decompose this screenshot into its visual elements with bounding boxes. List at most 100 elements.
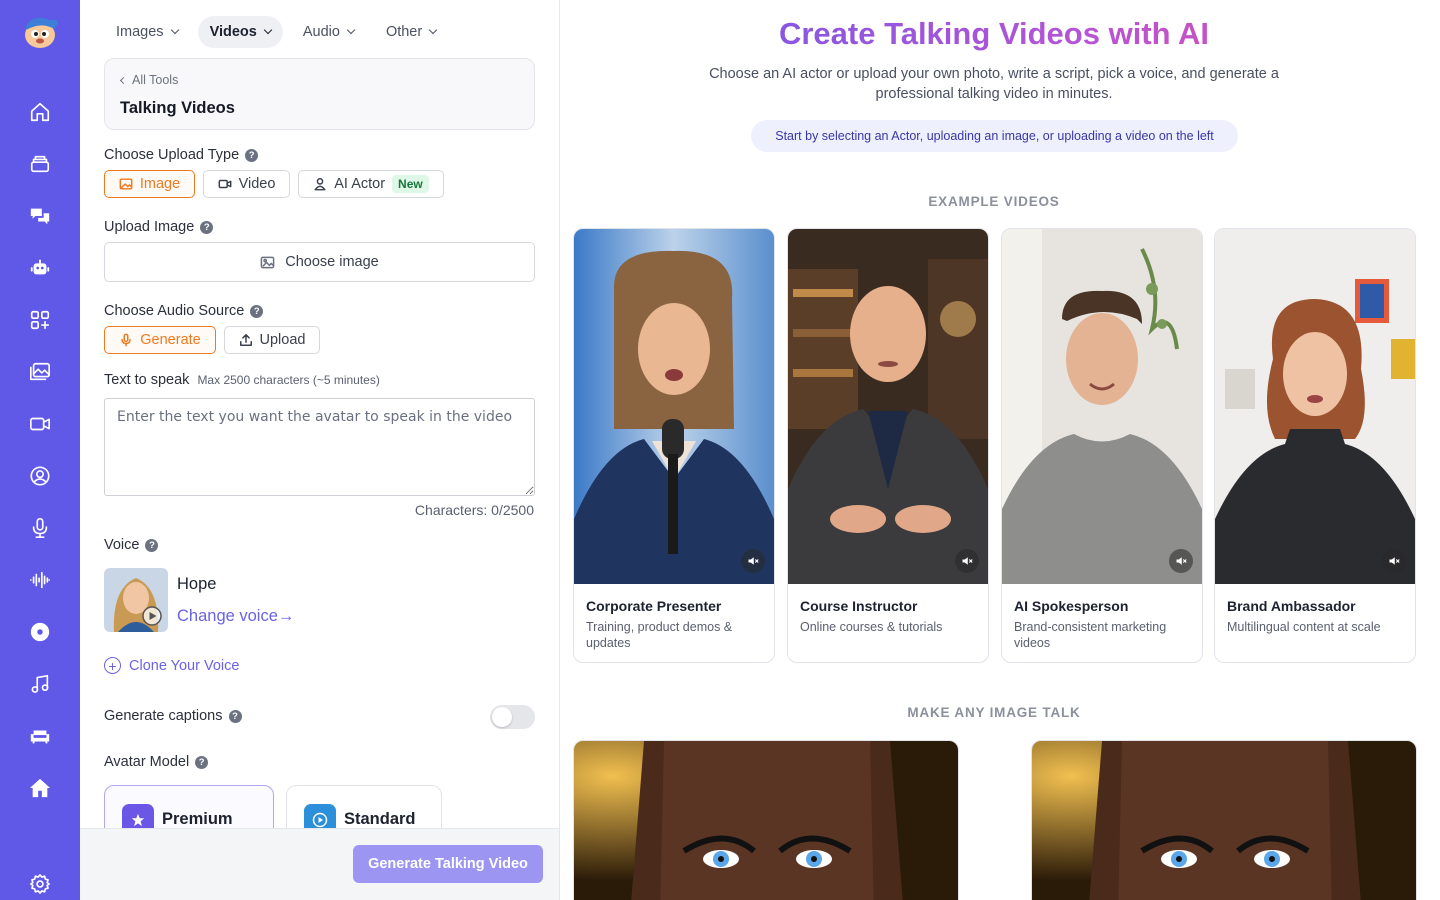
captions-label: Generate captions? — [104, 708, 242, 724]
example-card-brand-ambassador[interactable]: Brand Ambassador Multilingual content at… — [1214, 228, 1416, 663]
top-nav: Images Videos Audio Other — [104, 16, 448, 48]
text-to-speak-input[interactable] — [104, 398, 535, 496]
chevron-left-icon — [119, 76, 128, 84]
example-video-thumbnail[interactable] — [1002, 229, 1202, 584]
app-logo-icon[interactable] — [20, 14, 60, 50]
upload-type-video-label: Video — [238, 176, 276, 192]
example-video-thumbnail[interactable] — [788, 229, 988, 584]
voice-label-text: Voice — [104, 537, 140, 553]
upload-type-image-button[interactable]: Image — [104, 170, 195, 198]
card-description: Online courses & tutorials — [800, 620, 943, 634]
upload-type-ai-actor-button[interactable]: AI Actor New — [298, 170, 444, 198]
mute-icon[interactable] — [955, 549, 979, 573]
example-card-course-instructor[interactable]: Course Instructor Online courses & tutor… — [787, 228, 989, 663]
chevron-down-icon — [428, 25, 438, 35]
audio-source-label: Choose Audio Source? — [104, 303, 264, 319]
apps-icon[interactable] — [28, 308, 52, 332]
example-video-thumbnail[interactable] — [574, 229, 774, 584]
help-icon[interactable]: ? — [200, 220, 214, 234]
upload-type-label: Choose Upload Type? — [104, 147, 259, 163]
image-talk-after[interactable] — [1031, 740, 1417, 900]
audio-upload-label: Upload — [259, 332, 306, 348]
help-icon[interactable]: ? — [228, 709, 242, 723]
audio-upload-button[interactable]: Upload — [224, 326, 320, 354]
image-icon — [260, 256, 275, 268]
upload-type-video-button[interactable]: Video — [203, 170, 290, 198]
audio-source-label-text: Choose Audio Source — [104, 303, 245, 319]
text-to-speak-label: Text to speak Max 2500 characters (~5 min… — [104, 372, 380, 388]
nav-other[interactable]: Other — [374, 16, 448, 48]
voice-avatar[interactable] — [104, 568, 168, 632]
form-panel: Images Videos Audio Other All Tools Talk… — [80, 0, 560, 900]
card-description: Brand-consistent marketing videos — [1014, 620, 1167, 650]
back-label: All Tools — [132, 73, 179, 87]
mute-icon[interactable] — [1169, 549, 1193, 573]
video-icon[interactable] — [28, 412, 52, 436]
make-image-talk-heading: MAKE ANY IMAGE TALK — [907, 705, 1081, 720]
waveform-icon[interactable] — [28, 568, 52, 592]
example-card-ai-spokesperson[interactable]: AI Spokesperson Brand-consistent marketi… — [1001, 228, 1203, 663]
choose-image-label: Choose image — [285, 254, 379, 270]
generate-video-button[interactable]: Generate Talking Video — [353, 845, 543, 883]
model-standard-label: Standard — [344, 810, 416, 828]
upload-icon — [239, 334, 252, 346]
toggle-knob — [492, 707, 512, 727]
card-description: Training, product demos & updates — [586, 620, 733, 650]
home-icon[interactable] — [28, 100, 52, 124]
main-content: Create Talking Videos with AI Choose an … — [560, 0, 1440, 900]
help-icon[interactable]: ? — [250, 304, 264, 318]
image-talk-before[interactable] — [573, 740, 959, 900]
user-circle-icon[interactable] — [28, 464, 52, 488]
house-icon[interactable] — [28, 776, 52, 800]
card-title: AI Spokesperson — [1014, 598, 1129, 614]
captions-toggle[interactable] — [490, 705, 535, 729]
form-footer: Generate Talking Video — [80, 828, 559, 900]
new-badge: New — [392, 175, 429, 193]
card-title: Brand Ambassador — [1227, 598, 1356, 614]
captions-label-text: Generate captions — [104, 708, 223, 724]
gear-icon[interactable] — [28, 872, 52, 896]
card-description: Multilingual content at scale — [1227, 620, 1381, 634]
avatar-model-label: Avatar Model? — [104, 754, 209, 770]
example-card-corporate-presenter[interactable]: Corporate Presenter Training, product de… — [573, 228, 775, 663]
nav-audio[interactable]: Audio — [291, 16, 366, 48]
nav-videos[interactable]: Videos — [197, 16, 283, 48]
mute-icon[interactable] — [741, 549, 765, 573]
help-icon[interactable]: ? — [145, 538, 159, 552]
plus-circle-icon: + — [104, 657, 121, 674]
upload-type-image-label: Image — [139, 176, 181, 192]
breadcrumb: All Tools Talking Videos — [104, 58, 535, 130]
text-to-speak-sublabel: Max 2500 characters (~5 minutes) — [197, 373, 380, 387]
upload-type-label-text: Choose Upload Type — [104, 147, 240, 163]
music-icon[interactable] — [28, 672, 52, 696]
image-icon — [119, 178, 133, 190]
microphone-icon — [121, 333, 131, 347]
help-icon[interactable]: ? — [195, 755, 209, 769]
choose-image-button[interactable]: Choose image — [104, 242, 535, 282]
nav-images-label: Images — [116, 24, 164, 40]
hint-banner: Start by selecting an Actor, uploading a… — [751, 120, 1238, 152]
chat-icon[interactable] — [28, 204, 52, 228]
char-count: Characters: 0/2500 — [414, 502, 534, 518]
disc-icon[interactable] — [28, 620, 52, 644]
card-title: Corporate Presenter — [586, 598, 722, 614]
stack-icon[interactable] — [28, 152, 52, 176]
audio-generate-button[interactable]: Generate — [104, 326, 216, 354]
example-video-thumbnail[interactable] — [1215, 229, 1415, 584]
robot-icon[interactable] — [28, 256, 52, 280]
sidebar-rail — [0, 0, 80, 900]
model-premium-label: Premium — [162, 810, 233, 828]
nav-images[interactable]: Images — [104, 16, 190, 48]
gallery-icon[interactable] — [28, 360, 52, 384]
mute-icon[interactable] — [1382, 549, 1406, 573]
sofa-icon[interactable] — [28, 724, 52, 748]
change-voice-link[interactable]: Change voice→ — [177, 607, 294, 626]
microphone-icon[interactable] — [28, 516, 52, 540]
help-icon[interactable]: ? — [245, 148, 259, 162]
user-icon — [314, 178, 326, 191]
chevron-down-icon — [170, 25, 179, 35]
nav-videos-label: Videos — [209, 24, 257, 40]
back-link[interactable]: All Tools — [119, 73, 179, 87]
upload-image-label: Upload Image? — [104, 219, 214, 235]
clone-voice-link[interactable]: + Clone Your Voice — [104, 657, 239, 674]
